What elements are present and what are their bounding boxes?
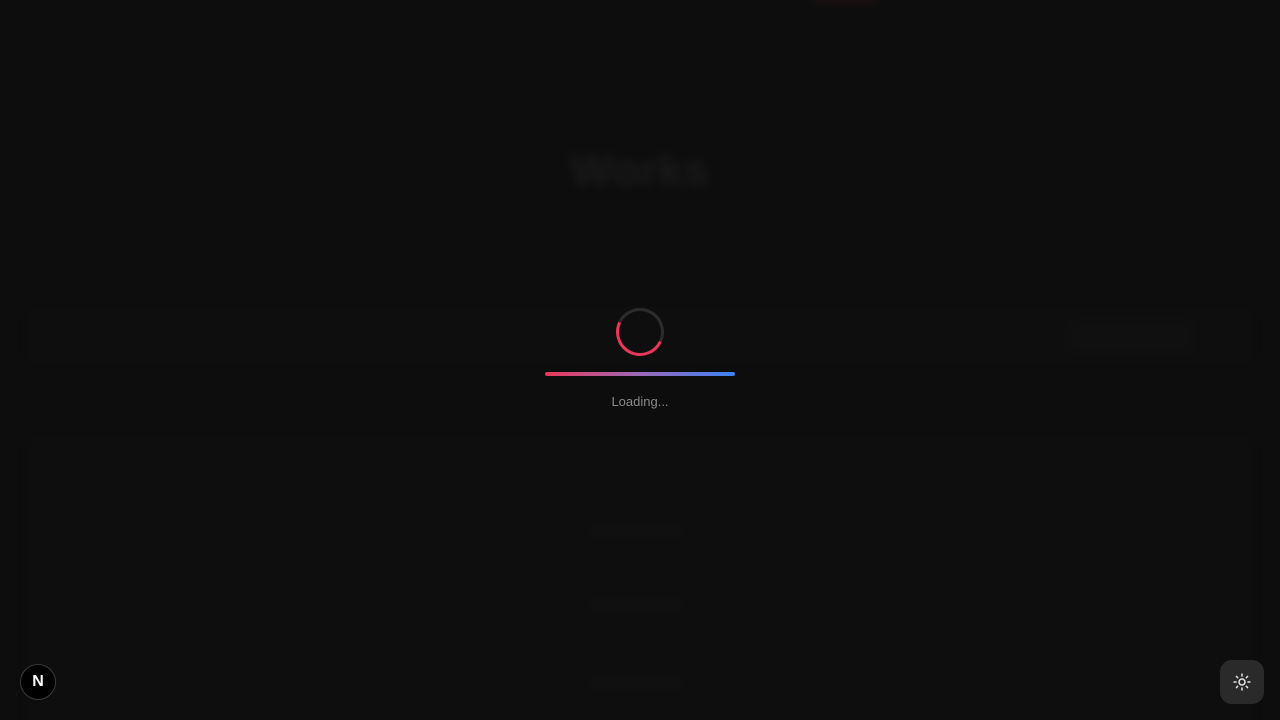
loading-overlay <box>0 0 1280 720</box>
nextjs-logo-icon[interactable]: N <box>20 664 56 700</box>
loading-progress-bar <box>545 372 735 376</box>
page: Works Loading... N <box>0 0 1280 720</box>
loading-progress-fill <box>545 372 735 376</box>
theme-toggle-button[interactable] <box>1220 660 1264 704</box>
loading-text: Loading... <box>611 394 669 409</box>
sun-icon <box>1233 673 1251 691</box>
